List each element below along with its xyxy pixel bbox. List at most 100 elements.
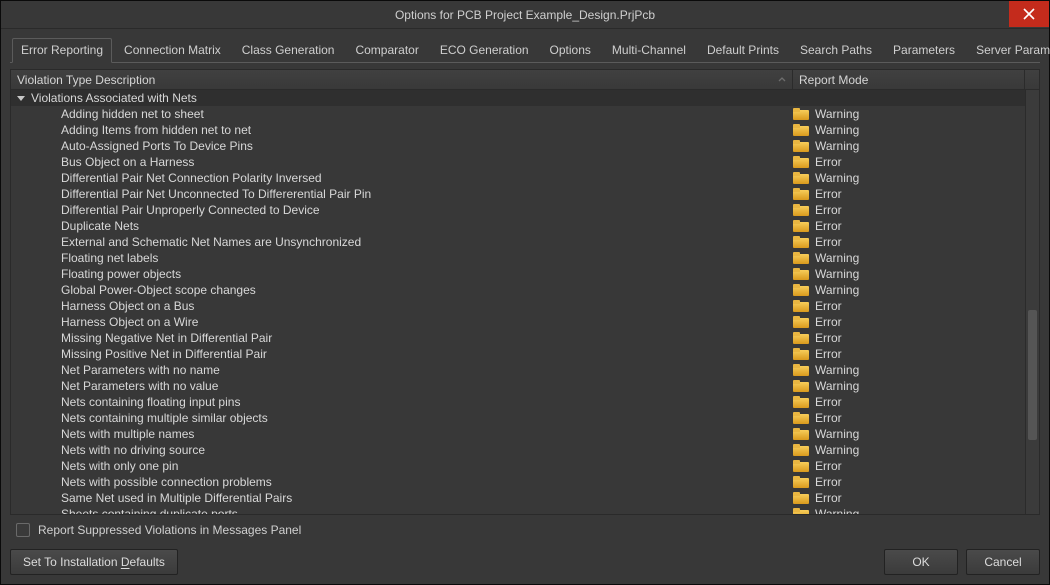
table-row[interactable]: Nets containing multiple similar objects… (11, 410, 1025, 426)
tab-connection-matrix[interactable]: Connection Matrix (115, 38, 230, 63)
table-row[interactable]: Harness Object on a BusError (11, 298, 1025, 314)
close-button[interactable] (1009, 1, 1049, 27)
tab-search-paths[interactable]: Search Paths (791, 38, 881, 63)
report-mode-cell[interactable]: Error (793, 315, 1025, 329)
folder-icon (793, 284, 809, 296)
report-mode-cell[interactable]: Warning (793, 251, 1025, 265)
report-mode-cell[interactable]: Error (793, 475, 1025, 489)
folder-icon (793, 380, 809, 392)
report-mode-cell[interactable]: Warning (793, 443, 1025, 457)
table-row[interactable]: Duplicate NetsError (11, 218, 1025, 234)
table-row[interactable]: Differential Pair Net Connection Polarit… (11, 170, 1025, 186)
report-mode-cell[interactable]: Error (793, 491, 1025, 505)
column-header-mode[interactable]: Report Mode (793, 70, 1025, 89)
report-mode-cell[interactable]: Error (793, 331, 1025, 345)
table-row[interactable]: Nets with multiple namesWarning (11, 426, 1025, 442)
table-row[interactable]: Missing Negative Net in Differential Pai… (11, 330, 1025, 346)
table-row[interactable]: Sheets containing duplicate portsWarning (11, 506, 1025, 514)
tab-comparator[interactable]: Comparator (346, 38, 427, 63)
violation-description: Nets with multiple names (11, 426, 793, 442)
dialog-window: Options for PCB Project Example_Design.P… (0, 0, 1050, 585)
report-mode-cell[interactable]: Error (793, 299, 1025, 313)
report-mode-cell[interactable]: Warning (793, 379, 1025, 393)
group-header[interactable]: Violations Associated with Nets (11, 90, 1025, 106)
violation-description: Nets with possible connection problems (11, 474, 793, 490)
set-defaults-button[interactable]: Set To Installation Defaults (10, 549, 178, 575)
report-mode-cell[interactable]: Error (793, 347, 1025, 361)
tab-error-reporting[interactable]: Error Reporting (12, 38, 112, 63)
column-header-scroll (1025, 70, 1039, 89)
tab-strip: Error ReportingConnection MatrixClass Ge… (10, 37, 1040, 63)
column-header-description[interactable]: Violation Type Description (11, 70, 793, 89)
cancel-button[interactable]: Cancel (966, 549, 1040, 575)
tab-multi-channel[interactable]: Multi-Channel (603, 38, 695, 63)
table-row[interactable]: Global Power-Object scope changesWarning (11, 282, 1025, 298)
table-row[interactable]: Adding Items from hidden net to netWarni… (11, 122, 1025, 138)
report-mode-cell[interactable]: Error (793, 411, 1025, 425)
violation-description: Adding hidden net to sheet (11, 106, 793, 122)
report-mode-cell[interactable]: Warning (793, 139, 1025, 153)
tab-default-prints[interactable]: Default Prints (698, 38, 788, 63)
table-row[interactable]: Floating net labelsWarning (11, 250, 1025, 266)
titlebar: Options for PCB Project Example_Design.P… (1, 1, 1049, 29)
report-mode-cell[interactable]: Warning (793, 123, 1025, 137)
folder-icon (793, 172, 809, 184)
report-mode-cell[interactable]: Error (793, 235, 1025, 249)
report-mode-cell[interactable]: Error (793, 187, 1025, 201)
violation-description: Differential Pair Unproperly Connected t… (11, 202, 793, 218)
report-mode-cell[interactable]: Error (793, 395, 1025, 409)
violation-description: Missing Positive Net in Differential Pai… (11, 346, 793, 362)
tab-server-parameters[interactable]: Server Parameters (967, 38, 1050, 63)
violation-description: Missing Negative Net in Differential Pai… (11, 330, 793, 346)
table-row[interactable]: External and Schematic Net Names are Uns… (11, 234, 1025, 250)
report-mode-cell[interactable]: Error (793, 203, 1025, 217)
table-row[interactable]: Differential Pair Net Unconnected To Dif… (11, 186, 1025, 202)
report-mode-cell[interactable]: Error (793, 219, 1025, 233)
tab-class-generation[interactable]: Class Generation (233, 38, 344, 63)
scrollbar-thumb[interactable] (1028, 310, 1037, 440)
table-row[interactable]: Bus Object on a HarnessError (11, 154, 1025, 170)
table-row[interactable]: Same Net used in Multiple Differential P… (11, 490, 1025, 506)
report-mode-cell[interactable]: Warning (793, 283, 1025, 297)
violation-description: Differential Pair Net Connection Polarit… (11, 170, 793, 186)
report-mode-cell[interactable]: Warning (793, 507, 1025, 514)
violation-description: Duplicate Nets (11, 218, 793, 234)
sort-icon (778, 73, 786, 87)
report-mode-cell[interactable]: Warning (793, 107, 1025, 121)
table-row[interactable]: Adding hidden net to sheetWarning (11, 106, 1025, 122)
table-row[interactable]: Net Parameters with no valueWarning (11, 378, 1025, 394)
report-mode-cell[interactable]: Error (793, 155, 1025, 169)
folder-icon (793, 364, 809, 376)
tab-eco-generation[interactable]: ECO Generation (431, 38, 538, 63)
report-mode-cell[interactable]: Error (793, 459, 1025, 473)
folder-icon (793, 476, 809, 488)
folder-icon (793, 140, 809, 152)
ok-button[interactable]: OK (884, 549, 958, 575)
table-row[interactable]: Net Parameters with no nameWarning (11, 362, 1025, 378)
table-row[interactable]: Differential Pair Unproperly Connected t… (11, 202, 1025, 218)
violation-description: Net Parameters with no value (11, 378, 793, 394)
report-mode-cell[interactable]: Warning (793, 363, 1025, 377)
tab-options[interactable]: Options (541, 38, 600, 63)
violation-description: Global Power-Object scope changes (11, 282, 793, 298)
table-row[interactable]: Nets containing floating input pinsError (11, 394, 1025, 410)
folder-icon (793, 396, 809, 408)
table-row[interactable]: Auto-Assigned Ports To Device PinsWarnin… (11, 138, 1025, 154)
vertical-scrollbar[interactable] (1025, 90, 1039, 514)
table-row[interactable]: Floating power objectsWarning (11, 266, 1025, 282)
tab-parameters[interactable]: Parameters (884, 38, 964, 63)
table-row[interactable]: Nets with no driving sourceWarning (11, 442, 1025, 458)
report-mode-cell[interactable]: Warning (793, 171, 1025, 185)
table-row[interactable]: Nets with only one pinError (11, 458, 1025, 474)
report-mode-cell[interactable]: Warning (793, 427, 1025, 441)
table-row[interactable]: Harness Object on a WireError (11, 314, 1025, 330)
violation-description: Harness Object on a Bus (11, 298, 793, 314)
report-suppressed-checkbox[interactable] (16, 523, 30, 537)
report-mode-cell[interactable]: Warning (793, 267, 1025, 281)
violation-description: Adding Items from hidden net to net (11, 122, 793, 138)
table-row[interactable]: Missing Positive Net in Differential Pai… (11, 346, 1025, 362)
folder-icon (793, 332, 809, 344)
folder-icon (793, 508, 809, 514)
table-row[interactable]: Nets with possible connection problemsEr… (11, 474, 1025, 490)
violation-description: Sheets containing duplicate ports (11, 506, 793, 514)
